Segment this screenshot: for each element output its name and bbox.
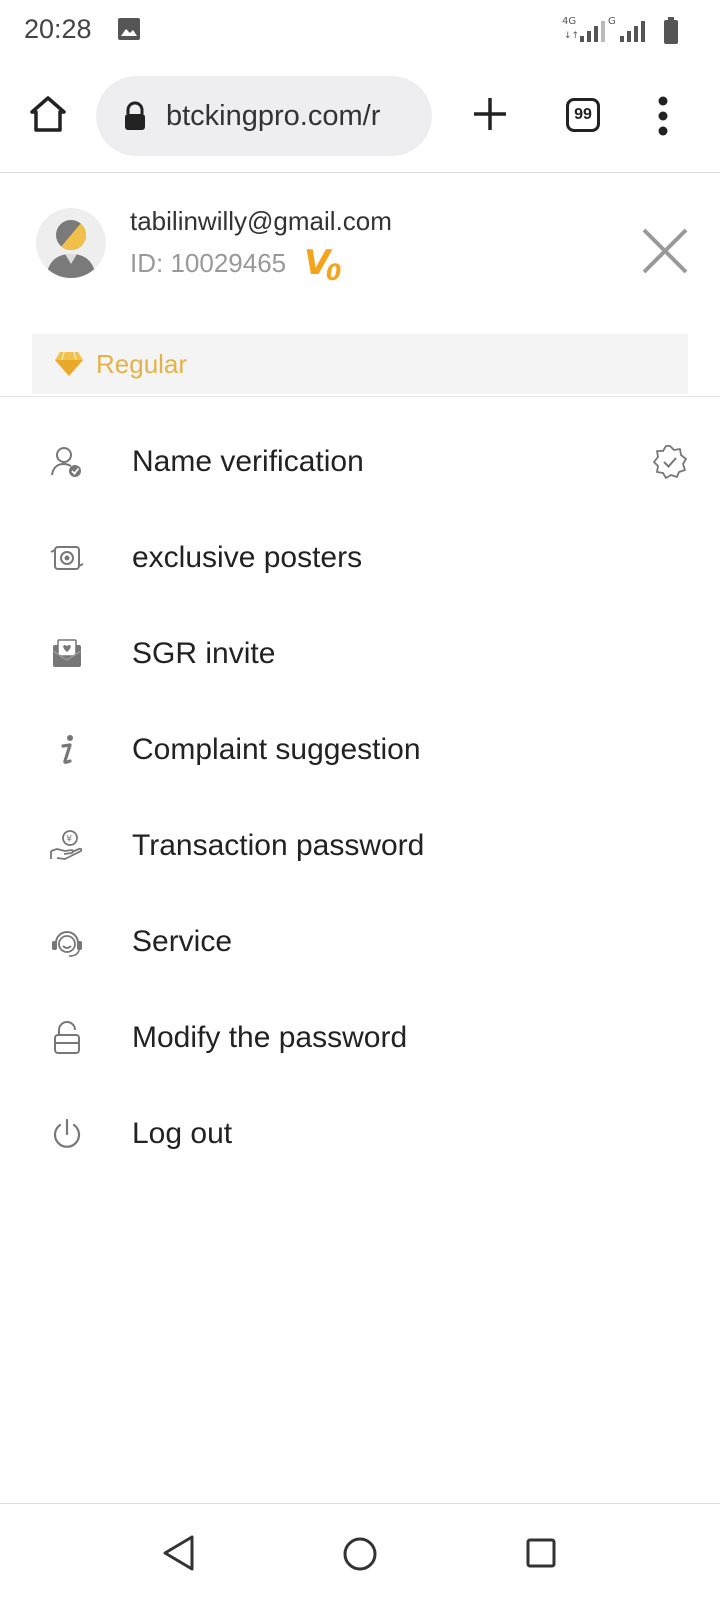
lock-icon bbox=[125, 101, 145, 130]
unlock-icon bbox=[54, 1021, 80, 1054]
user-id: ID: 10029465 bbox=[130, 248, 287, 278]
menu-item-label: Service bbox=[132, 925, 233, 958]
back-icon[interactable] bbox=[162, 1534, 196, 1572]
tab-switcher-button[interactable]: 99 bbox=[566, 98, 600, 132]
battery-icon bbox=[664, 17, 678, 44]
svg-text:0: 0 bbox=[326, 261, 341, 282]
menu-item-modify-password[interactable]: Modify the password bbox=[0, 990, 720, 1086]
account-menu: Name verification exclusive posters SGR … bbox=[0, 414, 720, 1182]
menu-item-label: Complaint suggestion bbox=[132, 733, 421, 766]
menu-item-label: exclusive posters bbox=[132, 541, 363, 574]
menu-item-transaction-password[interactable]: ¥ Transaction password bbox=[0, 798, 720, 894]
status-time: 20:28 bbox=[24, 14, 92, 44]
invite-envelope-icon bbox=[52, 639, 82, 667]
address-bar[interactable]: btckingpro.com/r bbox=[96, 76, 432, 156]
url-text: btckingpro.com/r bbox=[166, 99, 381, 132]
membership-tier-label: Regular bbox=[96, 348, 188, 379]
svg-text:↓↑: ↓↑ bbox=[564, 31, 579, 41]
browser-divider bbox=[0, 172, 720, 173]
profile-divider bbox=[0, 396, 720, 397]
info-icon bbox=[61, 735, 73, 764]
new-tab-plus-icon[interactable] bbox=[472, 96, 508, 132]
close-icon[interactable] bbox=[640, 226, 690, 276]
svg-text:¥: ¥ bbox=[66, 835, 72, 845]
recent-apps-icon[interactable] bbox=[526, 1538, 556, 1568]
menu-item-label: Modify the password bbox=[132, 1021, 408, 1054]
vip-level-badge: V 0 bbox=[304, 243, 341, 282]
home-circle-icon[interactable] bbox=[342, 1536, 378, 1572]
home-icon[interactable] bbox=[28, 94, 68, 134]
svg-text:G: G bbox=[608, 16, 616, 27]
menu-item-exclusive-posters[interactable]: exclusive posters bbox=[0, 510, 720, 606]
user-email: tabilinwilly@gmail.com bbox=[130, 206, 392, 236]
network-4g-label: 4G bbox=[562, 16, 576, 27]
menu-item-complaint-suggestion[interactable]: Complaint suggestion bbox=[0, 702, 720, 798]
menu-item-sgr-invite[interactable]: SGR invite bbox=[0, 606, 720, 702]
hand-coin-icon: ¥ bbox=[50, 830, 83, 860]
menu-item-label: Name verification bbox=[132, 445, 364, 478]
headset-icon bbox=[52, 931, 82, 957]
poster-icon bbox=[50, 546, 84, 570]
menu-item-log-out[interactable]: Log out bbox=[0, 1086, 720, 1182]
menu-item-name-verification[interactable]: Name verification bbox=[0, 414, 720, 510]
menu-item-label: Log out bbox=[132, 1117, 233, 1150]
image-icon bbox=[118, 18, 140, 40]
menu-item-label: SGR invite bbox=[132, 637, 276, 670]
nav-divider bbox=[0, 1503, 720, 1504]
menu-item-label: Transaction password bbox=[132, 829, 425, 862]
avatar[interactable] bbox=[36, 208, 106, 278]
membership-tier-bar: Regular bbox=[32, 334, 688, 394]
power-icon bbox=[53, 1118, 81, 1148]
diamond-icon bbox=[55, 351, 83, 376]
user-check-icon bbox=[51, 447, 81, 477]
verified-badge-icon bbox=[653, 445, 687, 479]
signal-battery-indicators: 4G ↓↑ G bbox=[562, 16, 678, 44]
menu-item-service[interactable]: Service bbox=[0, 894, 720, 990]
more-vert-icon[interactable] bbox=[656, 96, 670, 136]
